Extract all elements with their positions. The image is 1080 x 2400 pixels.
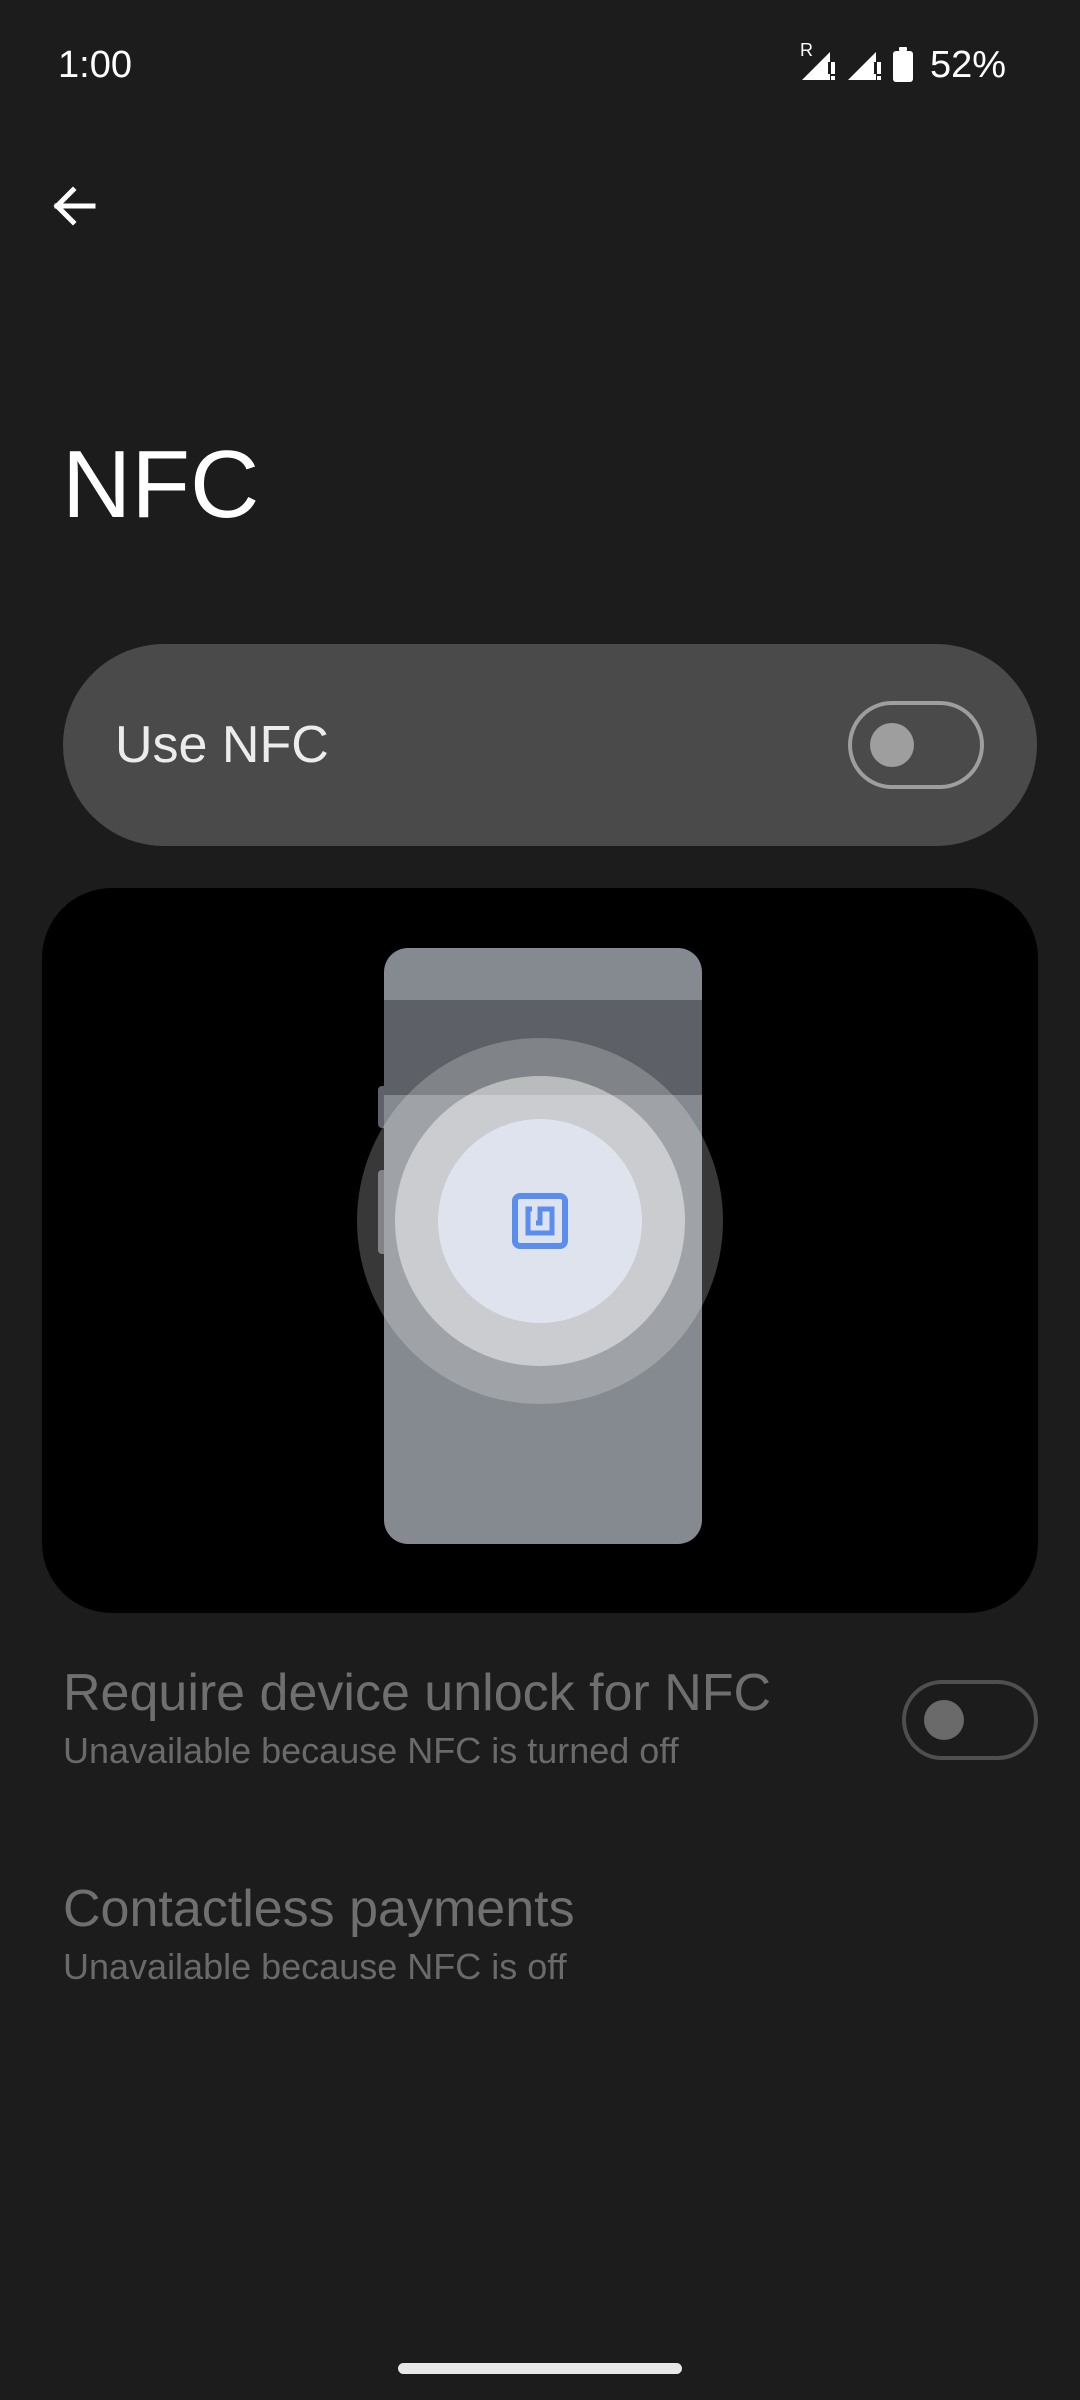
contactless-payments-row[interactable]: Contactless payments Unavailable because…: [63, 1876, 963, 1990]
phone-illustration: [357, 948, 723, 1544]
require-unlock-title: Require device unlock for NFC: [63, 1664, 772, 1722]
roaming-letter: R: [799, 40, 813, 60]
use-nfc-switch[interactable]: [848, 701, 984, 789]
status-icons: R 52%: [800, 40, 1006, 90]
switch-knob: [924, 1700, 964, 1740]
page-title: NFC: [62, 431, 260, 538]
require-unlock-subtitle: Unavailable because NFC is turned off: [63, 1730, 679, 1771]
status-time: 1:00: [58, 44, 132, 86]
contactless-payments-subtitle: Unavailable because NFC is off: [63, 1946, 567, 1987]
signal-icon: [846, 48, 882, 82]
signal-roaming-icon: R: [800, 40, 836, 82]
nfc-icon: [512, 1193, 568, 1249]
back-button[interactable]: [36, 168, 112, 244]
battery-icon: [892, 47, 914, 83]
switch-knob: [870, 723, 914, 767]
home-indicator[interactable]: [398, 2363, 682, 2374]
require-unlock-row[interactable]: Require device unlock for NFC Unavailabl…: [63, 1660, 883, 1774]
use-nfc-row[interactable]: Use NFC: [63, 644, 1037, 846]
arrow-back-icon: [51, 183, 97, 229]
require-unlock-switch[interactable]: [902, 1680, 1038, 1760]
battery-percent: 52%: [929, 44, 1006, 86]
use-nfc-label: Use NFC: [115, 716, 329, 774]
nfc-illustration: [42, 888, 1038, 1613]
contactless-payments-title: Contactless payments: [63, 1880, 575, 1938]
